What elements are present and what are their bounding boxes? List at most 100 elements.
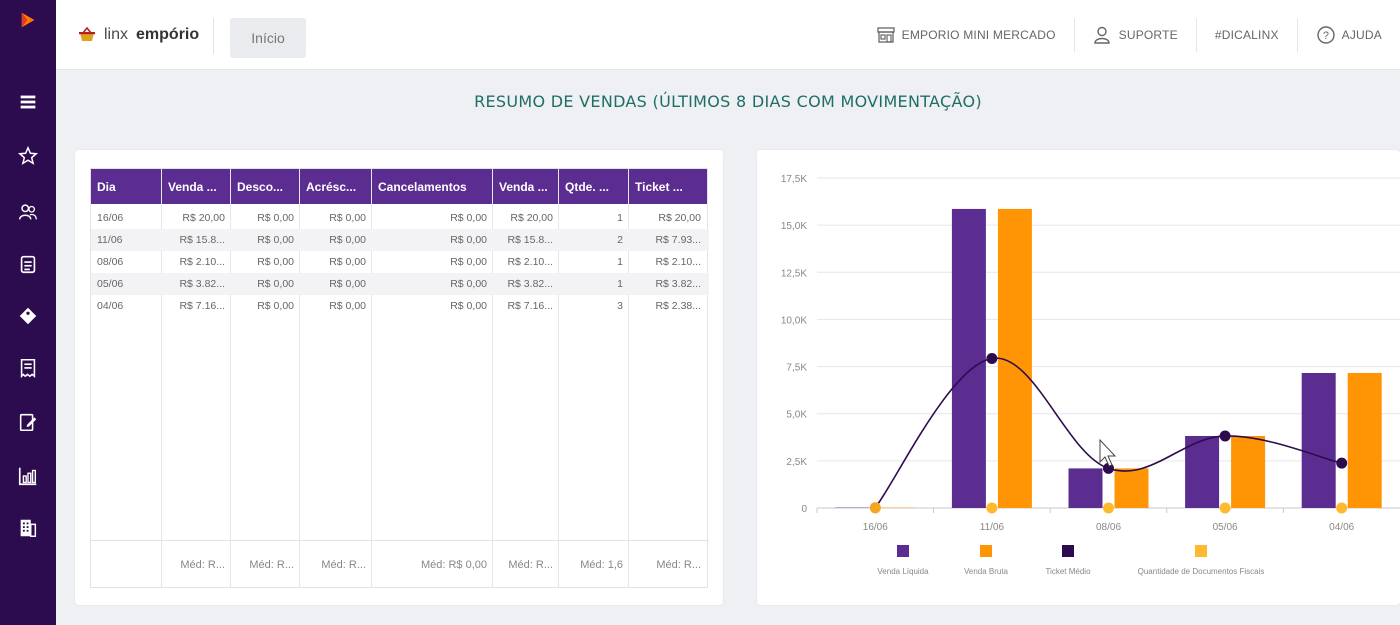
y-tick-label: 0 <box>801 504 807 515</box>
table-cell: R$ 15.8... <box>507 234 553 246</box>
sales-table: Dia Venda ... Desco... Acrésc... Cancelament… <box>90 168 709 588</box>
help-link-label: AJUDA <box>1341 28 1382 42</box>
table-cell: R$ 0,00 <box>257 234 294 246</box>
point-qtde-documentos[interactable] <box>1103 502 1114 514</box>
point-qtde-documentos[interactable] <box>986 502 998 514</box>
point-ticket-medio[interactable] <box>986 352 998 364</box>
table-cell: 11/06 <box>97 234 123 246</box>
bar-venda-bruta[interactable] <box>1231 435 1266 508</box>
table-cell: R$ 0,00 <box>257 278 294 290</box>
basket-icon <box>79 27 95 41</box>
point-qtde-documentos[interactable] <box>1336 502 1348 514</box>
support-link-label: SUPORTE <box>1118 28 1178 42</box>
receipt-icon[interactable] <box>0 348 56 388</box>
bar-venda-líquida[interactable] <box>1185 435 1220 508</box>
table-cell: R$ 7.93... <box>655 234 701 246</box>
table-cell: 1 <box>617 256 623 268</box>
tab-inicio[interactable]: Início <box>230 18 306 58</box>
footer-average-cell: Méd: R... <box>321 559 366 571</box>
legend-swatch <box>980 545 992 557</box>
y-tick-label: 15,0K <box>781 221 807 232</box>
help-link[interactable]: ? AJUDA <box>1298 0 1400 70</box>
table-header-cell[interactable]: Dia <box>91 169 161 204</box>
help-icon: ? <box>1316 26 1335 44</box>
brand-name-light: linx <box>104 26 129 43</box>
x-tick-label: 08/06 <box>1096 522 1121 533</box>
legend-label[interactable]: Ticket Médio <box>1045 567 1091 576</box>
point-ticket-medio[interactable] <box>1219 430 1231 442</box>
bar-venda-bruta[interactable] <box>1114 468 1149 508</box>
table-row[interactable]: 04/06 R$ 7.16... R$ 0,00 R$ 0,00 R$ 0,00 R$ 7… <box>91 295 709 317</box>
users-icon[interactable] <box>0 192 56 232</box>
x-tick-label: 16/06 <box>863 522 888 533</box>
table-cell: 1 <box>617 278 623 290</box>
brand-logo[interactable]: linx empório <box>78 26 199 44</box>
table-header-cell[interactable]: Cancelamentos <box>372 169 492 204</box>
table-cell: R$ 0,00 <box>450 234 487 246</box>
bar-venda-líquida[interactable] <box>951 208 986 508</box>
table-cell: R$ 2.10... <box>655 256 701 268</box>
table-header-cell[interactable]: Acrésc... <box>300 169 371 204</box>
table-cell: 04/06 <box>97 300 124 312</box>
table-cell: 1 <box>617 212 623 224</box>
store-link-label: EMPORIO MINI MERCADO <box>901 28 1056 42</box>
tag-icon[interactable] <box>0 296 56 336</box>
table-row[interactable]: 16/06 R$ 20,00 R$ 0,00 R$ 0,00 R$ 0,00 R$ 20,… <box>91 207 709 229</box>
table-row[interactable]: 11/06 R$ 15.8... R$ 0,00 R$ 0,00 R$ 0,00 R$ 1… <box>91 229 709 251</box>
table-cell: R$ 2.10... <box>179 256 225 268</box>
legend-label[interactable]: Quantidade de Documentos Fiscais <box>1138 567 1265 576</box>
table-cell: R$ 0,00 <box>329 212 366 224</box>
legend-label[interactable]: Venda Bruta <box>964 567 1009 576</box>
table-cell: 2 <box>617 234 623 246</box>
buildings-icon[interactable] <box>0 508 56 548</box>
point-ticket-medio[interactable] <box>869 502 881 514</box>
brand-name-bold: empório <box>136 26 200 43</box>
legend-swatch <box>1062 545 1074 557</box>
table-header-cell[interactable]: Desco... <box>231 169 299 204</box>
brand-divider <box>213 18 214 54</box>
star-icon[interactable] <box>0 136 56 176</box>
support-link[interactable]: SUPORTE <box>1075 0 1196 70</box>
top-links: EMPORIO MINI MERCADO SUPORTE #DICALINX ?… <box>858 0 1400 70</box>
table-cell: R$ 0,00 <box>329 234 366 246</box>
menu-icon[interactable] <box>0 82 56 122</box>
logo-icon[interactable] <box>0 0 56 40</box>
table-cell: R$ 0,00 <box>329 256 366 268</box>
table-header-cell[interactable]: Qtde. ... <box>559 169 628 204</box>
table-cell: R$ 2.10... <box>507 256 553 268</box>
y-tick-label: 2,5K <box>786 457 807 468</box>
clipboard-icon[interactable] <box>0 244 56 284</box>
point-qtde-documentos[interactable] <box>1219 502 1231 514</box>
table-cell: R$ 7.16... <box>179 300 225 312</box>
table-cell: R$ 7.16... <box>507 300 553 312</box>
x-tick-label: 11/06 <box>980 522 1005 533</box>
table-cell: R$ 0,00 <box>257 300 294 312</box>
sidebar <box>0 0 56 625</box>
bar-venda-bruta[interactable] <box>1347 372 1382 508</box>
table-cell: R$ 20,00 <box>182 212 225 224</box>
x-tick-label: 04/06 <box>1329 522 1354 533</box>
table-cell: R$ 3.82... <box>655 278 701 290</box>
table-footer: Méd: R... Méd: R... Méd: R... Méd: R$ 0,00 M… <box>91 540 709 588</box>
mouse-cursor-icon <box>1099 438 1117 467</box>
table-header-cell[interactable]: Ticket ... <box>629 169 707 204</box>
edit-document-icon[interactable] <box>0 402 56 442</box>
point-ticket-medio[interactable] <box>1336 457 1348 469</box>
bar-venda-líquida[interactable] <box>1301 372 1336 508</box>
table-row[interactable]: 05/06 R$ 3.82... R$ 0,00 R$ 0,00 R$ 0,00 R$ 3… <box>91 273 709 295</box>
table-row[interactable]: 08/06 R$ 2.10... R$ 0,00 R$ 0,00 R$ 0,00 R$ 2… <box>91 251 709 273</box>
table-cell: R$ 0,00 <box>257 212 294 224</box>
dicalinx-link[interactable]: #DICALINX <box>1197 0 1297 70</box>
table-header-cell[interactable]: Venda ... <box>493 169 558 204</box>
legend-label[interactable]: Venda Líquida <box>877 567 929 576</box>
table-cell: R$ 0,00 <box>329 278 366 290</box>
store-link[interactable]: EMPORIO MINI MERCADO <box>858 0 1074 70</box>
y-tick-label: 10,0K <box>781 315 807 326</box>
line-ticket-medio <box>874 357 1342 509</box>
table-header-cell[interactable]: Venda ... <box>162 169 230 204</box>
svg-text:?: ? <box>1322 30 1328 42</box>
bar-chart-icon[interactable] <box>0 456 56 496</box>
table-cell: R$ 3.82... <box>179 278 225 290</box>
bar-venda-líquida[interactable] <box>1068 468 1103 508</box>
footer-average-cell: Méd: R... <box>249 559 294 571</box>
